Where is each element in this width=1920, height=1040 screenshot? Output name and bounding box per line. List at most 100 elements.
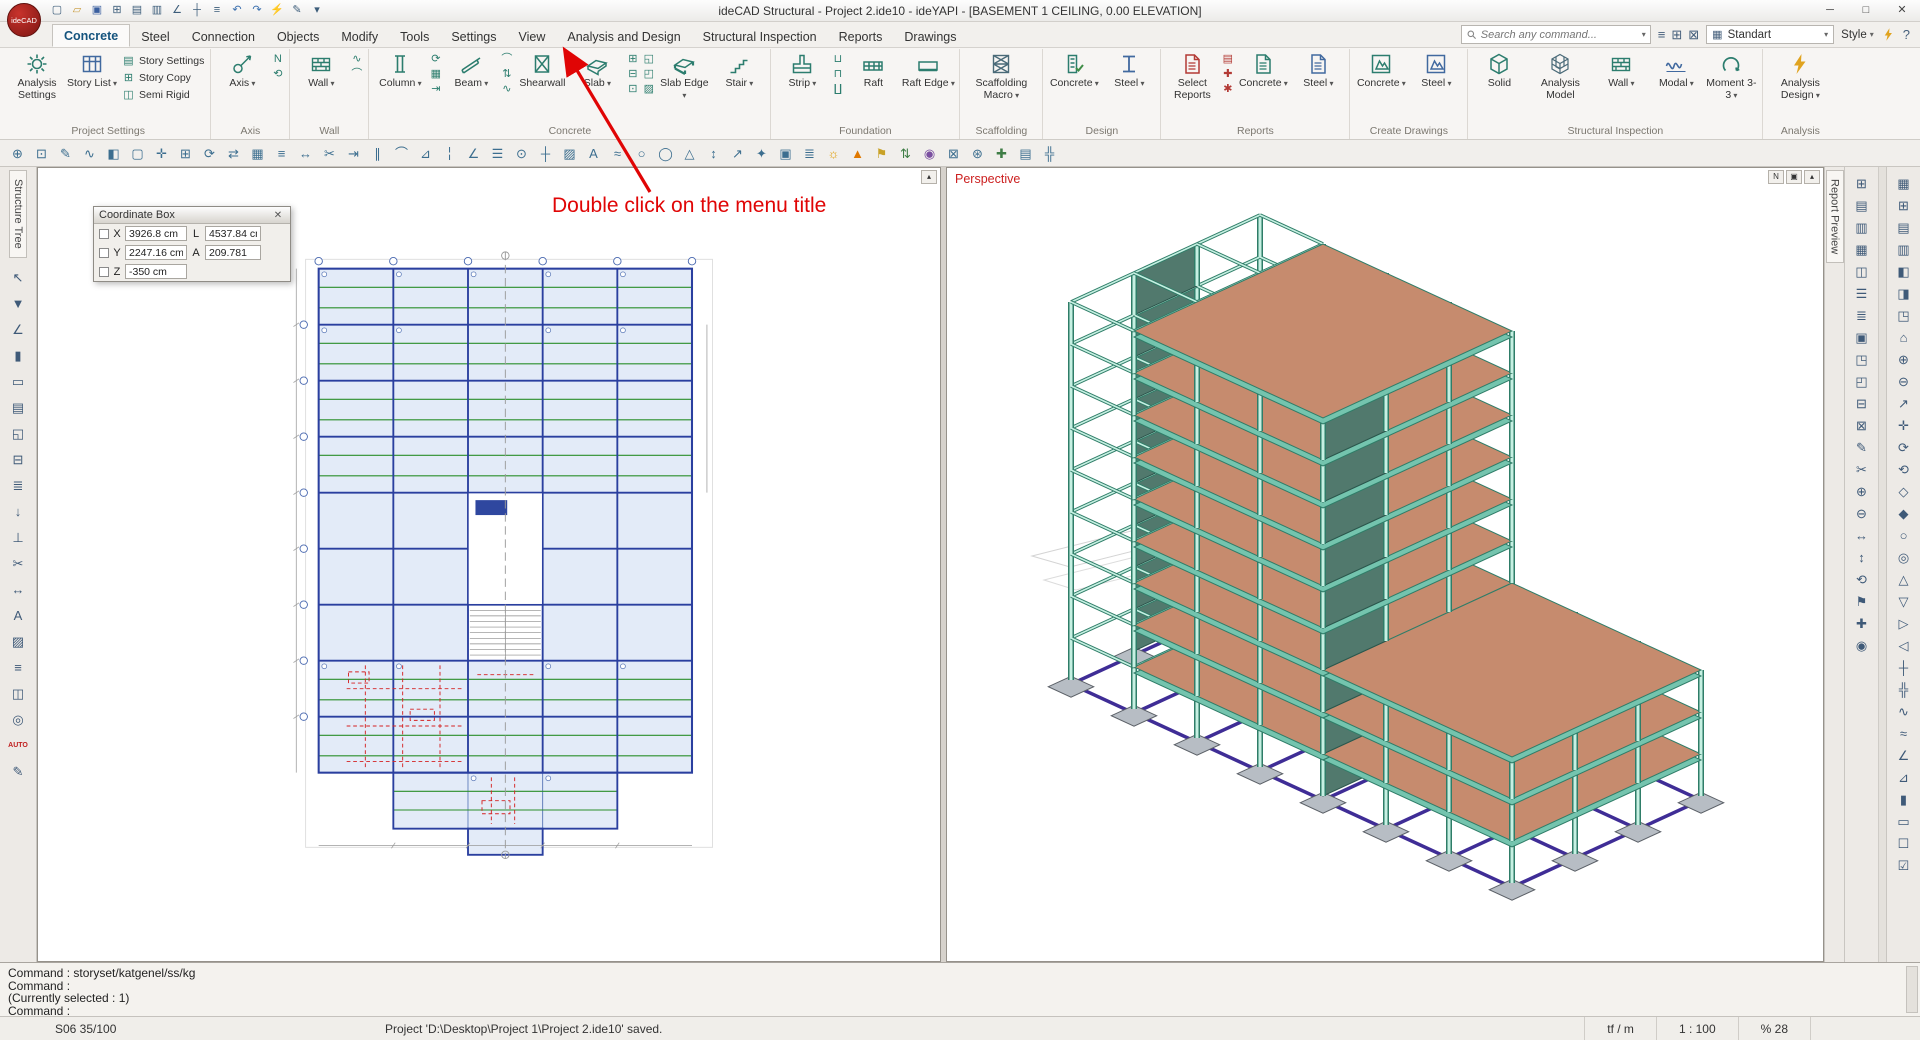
column-section-icon[interactable]: ▦ [429, 69, 442, 80]
standart-combobox[interactable]: ▦ Standart ▾ [1706, 25, 1834, 44]
edit-report-icon[interactable]: ✎ [1849, 437, 1875, 458]
render-icon[interactable]: ◎ [1891, 547, 1917, 568]
node-icon[interactable]: ⊙ [512, 144, 531, 163]
qat-dropdown-icon[interactable]: ▾ [308, 2, 326, 19]
coord-z-input[interactable] [125, 264, 187, 279]
right-view-icon[interactable]: ▷ [1891, 613, 1917, 634]
report-page-icon[interactable]: ▤ [1221, 54, 1234, 65]
beam-list-icon[interactable]: ▭ [5, 370, 31, 393]
select-window-icon[interactable]: ⊠ [944, 144, 963, 163]
table-icon[interactable]: ▤ [1016, 144, 1035, 163]
pan-icon[interactable]: ✛ [1891, 415, 1917, 436]
symbol-icon[interactable]: ✦ [752, 144, 771, 163]
reports-steel-button[interactable]: Steel [1291, 49, 1345, 124]
close-button[interactable]: ✕ [1884, 0, 1920, 21]
modal-shape-icon[interactable]: ∿ [1891, 701, 1917, 722]
story-settings-button[interactable]: ▤Story Settings [122, 54, 204, 67]
search-dropdown-icon[interactable]: ▾ [1642, 30, 1646, 39]
analysis-design-button[interactable]: Analysis Design [1767, 49, 1833, 124]
view-left-icon[interactable]: ◧ [1891, 261, 1917, 282]
move-icon[interactable]: ✛ [152, 144, 171, 163]
save-icon[interactable]: ▣ [88, 2, 106, 19]
tab-steel[interactable]: Steel [130, 26, 181, 47]
text-tool-icon[interactable]: A [5, 604, 31, 627]
orbit-back-icon[interactable]: ⟲ [1891, 459, 1917, 480]
minimize-button[interactable]: ─ [1812, 0, 1848, 21]
inspection-wall-button[interactable]: Wall [1594, 49, 1648, 124]
ellipse-icon[interactable]: ◯ [656, 144, 675, 163]
slab-hatch-icon[interactable]: ▨ [642, 84, 655, 95]
structural-3d-model[interactable] [947, 168, 1824, 961]
wall-polyline-icon[interactable]: ∿ [350, 54, 363, 65]
pane-maximize-icon[interactable]: ▴ [1804, 170, 1820, 184]
axis-numbering-icon[interactable]: N [271, 54, 284, 65]
tab-drawings[interactable]: Drawings [893, 26, 967, 47]
zoom-extents-icon[interactable]: ⊡ [32, 144, 51, 163]
levels-icon[interactable]: ⇅ [896, 144, 915, 163]
maximize-button[interactable]: □ [1848, 0, 1884, 21]
zoom-in-3d-icon[interactable]: ⊕ [1891, 349, 1917, 370]
slab-edge-button[interactable]: Slab Edge [657, 49, 711, 124]
pane-maximize-icon[interactable]: ▴ [921, 170, 937, 184]
view-layout-icon[interactable]: ⊞ [1891, 195, 1917, 216]
status-zoom[interactable]: % 28 [1738, 1017, 1810, 1040]
axis-rotate-icon[interactable]: ⟲ [271, 69, 284, 80]
tab-settings[interactable]: Settings [440, 26, 507, 47]
coord-x-lock-checkbox[interactable] [99, 229, 109, 239]
layers-panel-icon[interactable]: ≡ [5, 656, 31, 679]
region-icon[interactable]: ▢ [128, 144, 147, 163]
floor-plan-drawing[interactable] [290, 250, 730, 866]
drawings-steel-button[interactable]: Steel [1409, 49, 1463, 124]
print-icon[interactable]: ▤ [128, 2, 146, 19]
header-icon[interactable]: ◳ [1849, 349, 1875, 370]
beam-view-icon[interactable]: ▭ [1891, 811, 1917, 832]
slab-button[interactable]: Slab [570, 49, 624, 124]
plan-view-pane[interactable]: ▴ [37, 167, 941, 962]
drawings-concrete-button[interactable]: Concrete [1354, 49, 1408, 124]
story-copy-button[interactable]: ⊞Story Copy [122, 71, 204, 84]
beam-polyline-icon[interactable]: ∿ [500, 84, 513, 95]
layers-icon[interactable]: ≡ [208, 2, 226, 19]
zoom-out-icon[interactable]: ⊖ [1849, 503, 1875, 524]
layer-list-icon[interactable]: ≣ [800, 144, 819, 163]
analysis-model-button[interactable]: Analysis Model [1527, 49, 1593, 124]
file-new-icon[interactable]: ▢ [48, 2, 66, 19]
line-spacing-icon[interactable]: ≣ [1849, 305, 1875, 326]
command-window[interactable]: Command : storyset/katgenel/ss/kgCommand… [0, 962, 1920, 1016]
load-icon[interactable]: ↓ [5, 500, 31, 523]
add-section-icon[interactable]: ✚ [1849, 613, 1875, 634]
tab-analysis-and-design[interactable]: Analysis and Design [556, 26, 691, 47]
table-style-icon[interactable]: ▦ [1849, 239, 1875, 260]
image-icon[interactable]: ▣ [776, 144, 795, 163]
annotation-icon[interactable]: ✎ [5, 760, 31, 783]
tab-reports[interactable]: Reports [828, 26, 894, 47]
mirror-icon[interactable]: ⇄ [224, 144, 243, 163]
tab-modify[interactable]: Modify [330, 26, 389, 47]
modal-button[interactable]: Modal [1649, 49, 1703, 124]
axes-icon[interactable]: ┼ [1891, 657, 1917, 678]
reports-concrete-button[interactable]: Concrete [1236, 49, 1290, 124]
cap-footing-icon[interactable]: ⊓ [831, 69, 844, 80]
tab-structural-inspection[interactable]: Structural Inspection [692, 26, 828, 47]
view-section-icon[interactable]: ▥ [1891, 239, 1917, 260]
beam-arc-icon[interactable]: ⌒ [500, 54, 513, 65]
lamp-icon[interactable]: ☼ [824, 144, 843, 163]
columns-icon[interactable]: ◫ [1849, 261, 1875, 282]
coord-l-input[interactable] [205, 226, 261, 241]
close-window-icon[interactable]: ⊠ [1688, 26, 1699, 44]
report-add-icon[interactable]: ✚ [1221, 69, 1234, 80]
folder-open-icon[interactable]: ▱ [68, 2, 86, 19]
coord-y-input[interactable] [125, 245, 187, 260]
beam-button[interactable]: Beam [444, 49, 498, 124]
story-list-button[interactable]: Story List [65, 49, 119, 124]
axis-list-icon[interactable]: ∠ [5, 318, 31, 341]
slab-list-icon[interactable]: ◱ [5, 422, 31, 445]
camera-icon[interactable]: ◉ [920, 144, 939, 163]
polygon-icon[interactable]: △ [680, 144, 699, 163]
zoom-window-icon[interactable]: ⊕ [8, 144, 27, 163]
fillet-icon[interactable]: ⌒ [392, 144, 411, 163]
offset-icon[interactable]: ∥ [368, 144, 387, 163]
coordinate-box-window[interactable]: Coordinate Box ✕ X L Y A Z [93, 206, 291, 282]
materials-icon[interactable]: ◫ [5, 682, 31, 705]
foundation-list-icon[interactable]: ⊟ [5, 448, 31, 471]
